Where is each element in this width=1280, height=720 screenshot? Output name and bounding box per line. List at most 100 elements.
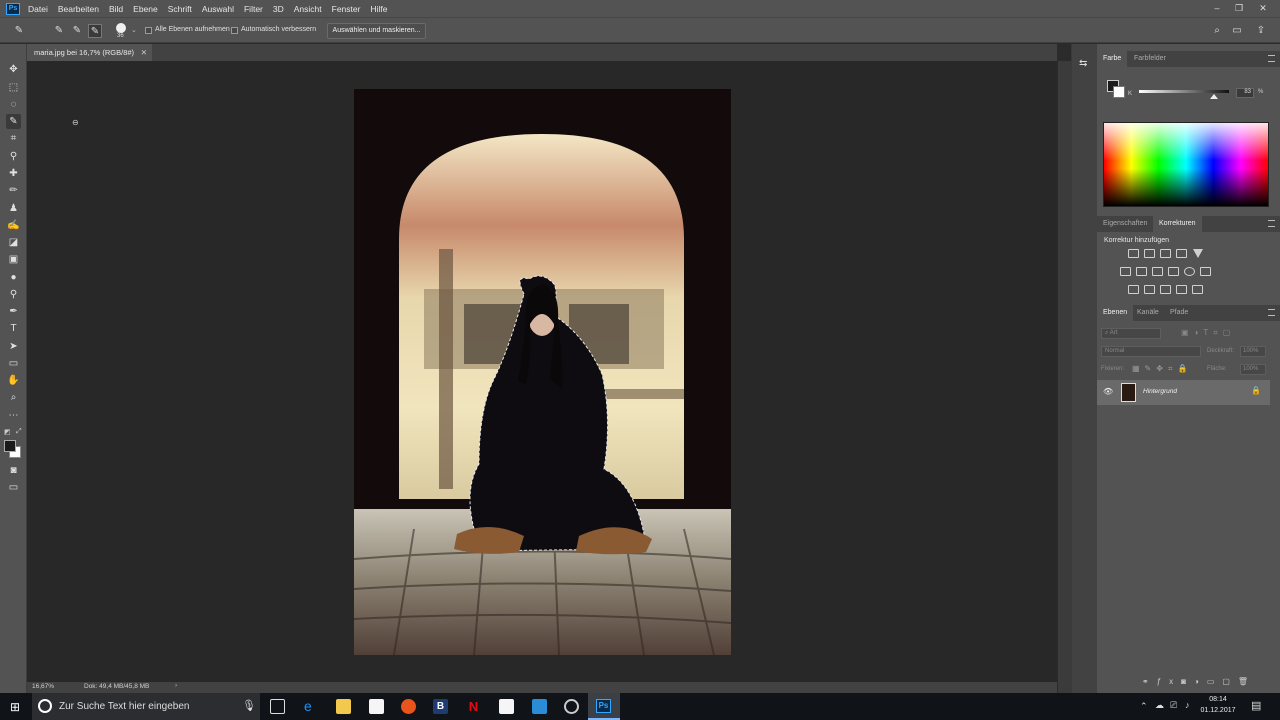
more-tools-icon[interactable]: ⋯ — [6, 408, 21, 423]
tab-pfade[interactable]: Pfade — [1164, 305, 1194, 321]
color-spectrum[interactable] — [1103, 122, 1269, 207]
search-icon[interactable]: ⌕ — [1210, 24, 1224, 38]
minimize-icon[interactable]: – — [1206, 0, 1228, 17]
type-tool-icon[interactable]: T — [6, 321, 21, 336]
menu-schrift[interactable]: Schrift — [168, 4, 192, 14]
vibrance-icon[interactable] — [1193, 249, 1203, 258]
dodge-tool-icon[interactable]: ⚲ — [6, 287, 21, 302]
subtract-from-selection-icon[interactable]: ✎ — [88, 24, 102, 38]
eyedropper-tool-icon[interactable]: ⚲ — [6, 149, 21, 164]
k-value-input[interactable]: 83 — [1236, 88, 1254, 98]
threshold-icon[interactable] — [1160, 285, 1171, 294]
pen-tool-icon[interactable]: ✒ — [6, 304, 21, 319]
b-app-icon[interactable]: B — [433, 699, 448, 714]
swap-colors-icon[interactable]: ⤢ — [16, 428, 22, 436]
eraser-tool-icon[interactable]: ◪ — [6, 235, 21, 250]
workspace-icon[interactable]: ▭ — [1230, 24, 1244, 38]
layer-name[interactable]: Hintergrund — [1143, 388, 1177, 395]
lock-icons[interactable]: ▦✎✥⌗🔒 — [1132, 364, 1192, 374]
tab-korrekturen[interactable]: Korrekturen — [1153, 216, 1202, 232]
gradient-map-icon[interactable] — [1176, 285, 1187, 294]
volume-icon[interactable]: ♪ — [1185, 700, 1190, 710]
exposure-icon[interactable] — [1176, 249, 1187, 258]
status-arrow-icon[interactable]: › — [175, 682, 177, 689]
menu-bild[interactable]: Bild — [109, 4, 123, 14]
menu-ebene[interactable]: Ebene — [133, 4, 158, 14]
path-selection-tool-icon[interactable]: ➤ — [6, 339, 21, 354]
auto-enhance-checkbox[interactable] — [231, 27, 238, 34]
curves-icon[interactable] — [1160, 249, 1171, 258]
close-window-icon[interactable]: ✕ — [1252, 0, 1274, 17]
layer-filter-select[interactable]: ⌕ Art — [1101, 328, 1161, 339]
taskbar-time[interactable]: 08:14 — [1196, 696, 1240, 703]
firefox-icon[interactable] — [401, 699, 416, 714]
fill-input[interactable]: 100% — [1240, 364, 1266, 375]
history-panel-icon[interactable]: ⇆ — [1079, 58, 1087, 69]
notification-center-icon[interactable]: ▤ — [1251, 699, 1261, 712]
tab-kanaele[interactable]: Kanäle — [1131, 305, 1165, 321]
taskbar-search-box[interactable]: Zur Suche Text hier eingeben 🎙 — [32, 693, 260, 720]
menu-auswahl[interactable]: Auswahl — [202, 4, 234, 14]
share-icon[interactable]: ⇪ — [1254, 24, 1268, 38]
healing-brush-tool-icon[interactable]: ✚ — [6, 166, 21, 181]
marquee-tool-icon[interactable]: ⬚ — [6, 80, 21, 95]
zoom-tool-icon[interactable]: ⌕ — [6, 390, 21, 405]
menu-filter[interactable]: Filter — [244, 4, 263, 14]
background-color-chip[interactable] — [1113, 86, 1125, 98]
panel-menu-icon[interactable] — [1268, 220, 1275, 227]
menu-datei[interactable]: Datei — [28, 4, 48, 14]
panel-menu-icon[interactable] — [1268, 55, 1275, 62]
brush-dropdown-icon[interactable]: ⌄ — [131, 26, 137, 34]
panel-menu-icon[interactable] — [1268, 309, 1275, 316]
tray-app-icon[interactable]: ☁ — [1155, 700, 1164, 711]
tab-farbe[interactable]: Farbe — [1097, 51, 1128, 67]
tab-eigenschaften[interactable]: Eigenschaften — [1097, 216, 1153, 232]
blur-tool-icon[interactable]: ● — [6, 270, 21, 285]
rectangle-tool-icon[interactable]: ▭ — [6, 356, 21, 371]
menu-3d[interactable]: 3D — [273, 4, 284, 14]
layer-filter-icons[interactable]: ▣◑T⌗▢ — [1181, 328, 1235, 338]
quick-selection-tool-icon[interactable]: ✎ — [6, 114, 21, 129]
hand-tool-icon[interactable]: ✋ — [6, 373, 21, 388]
photo-filter-icon[interactable] — [1168, 267, 1179, 276]
restore-icon[interactable]: ❐ — [1228, 0, 1250, 17]
k-slider-track[interactable] — [1139, 90, 1229, 93]
lock-icon[interactable]: 🔒 — [1251, 386, 1261, 395]
levels-icon[interactable] — [1144, 249, 1155, 258]
lasso-tool-icon[interactable]: ◌ — [6, 97, 21, 112]
screen-mode-icon[interactable]: ▭ — [6, 480, 21, 495]
selective-color-icon[interactable] — [1192, 285, 1203, 294]
microphone-icon[interactable]: 🎙 — [242, 699, 256, 712]
menu-fenster[interactable]: Fenster — [332, 4, 361, 14]
default-colors-icon[interactable]: ◩ — [4, 428, 11, 436]
windows-start-icon[interactable]: ⊞ — [10, 700, 20, 714]
menu-bearbeiten[interactable]: Bearbeiten — [58, 4, 99, 14]
brush-preview-icon[interactable] — [116, 23, 126, 33]
foreground-color-swatch[interactable] — [4, 440, 16, 452]
document-tab[interactable]: maria.jpg bei 16,7% (RGB/8#) ✕ — [27, 44, 152, 61]
quick-mask-icon[interactable]: ◙ — [6, 463, 21, 478]
obs-icon[interactable] — [564, 699, 579, 714]
desktop-app-icon[interactable] — [532, 699, 547, 714]
new-selection-icon[interactable]: ✎ — [52, 24, 66, 38]
tab-farbfelder[interactable]: Farbfelder — [1128, 51, 1172, 67]
brush-tool-icon[interactable]: ✏ — [6, 183, 21, 198]
vertical-scrollbar[interactable] — [1058, 61, 1071, 693]
select-and-mask-button[interactable]: Auswählen und maskieren... — [327, 23, 426, 39]
hue-saturation-icon[interactable] — [1120, 267, 1131, 276]
photoshop-logo-icon[interactable]: Ps — [6, 2, 20, 15]
posterize-icon[interactable] — [1144, 285, 1155, 294]
brightness-contrast-icon[interactable] — [1128, 249, 1139, 258]
layer-footer-icons[interactable]: ⚭ƒx◙◑▭▢🗑 — [1142, 677, 1256, 686]
store-icon[interactable] — [369, 699, 384, 714]
k-slider-handle[interactable] — [1210, 94, 1218, 99]
menu-hilfe[interactable]: Hilfe — [370, 4, 387, 14]
network-icon[interactable]: ⎚ — [1170, 700, 1177, 711]
edge-icon[interactable]: e — [304, 699, 319, 714]
tray-overflow-icon[interactable]: ⌃ — [1140, 701, 1148, 712]
taskbar-date[interactable]: 01.12.2017 — [1196, 707, 1240, 714]
mail-icon[interactable] — [499, 699, 514, 714]
opacity-input[interactable]: 100% — [1240, 346, 1266, 357]
photoshop-taskbar-button[interactable]: Ps — [588, 693, 620, 720]
crop-tool-icon[interactable]: ⌗ — [6, 131, 21, 146]
